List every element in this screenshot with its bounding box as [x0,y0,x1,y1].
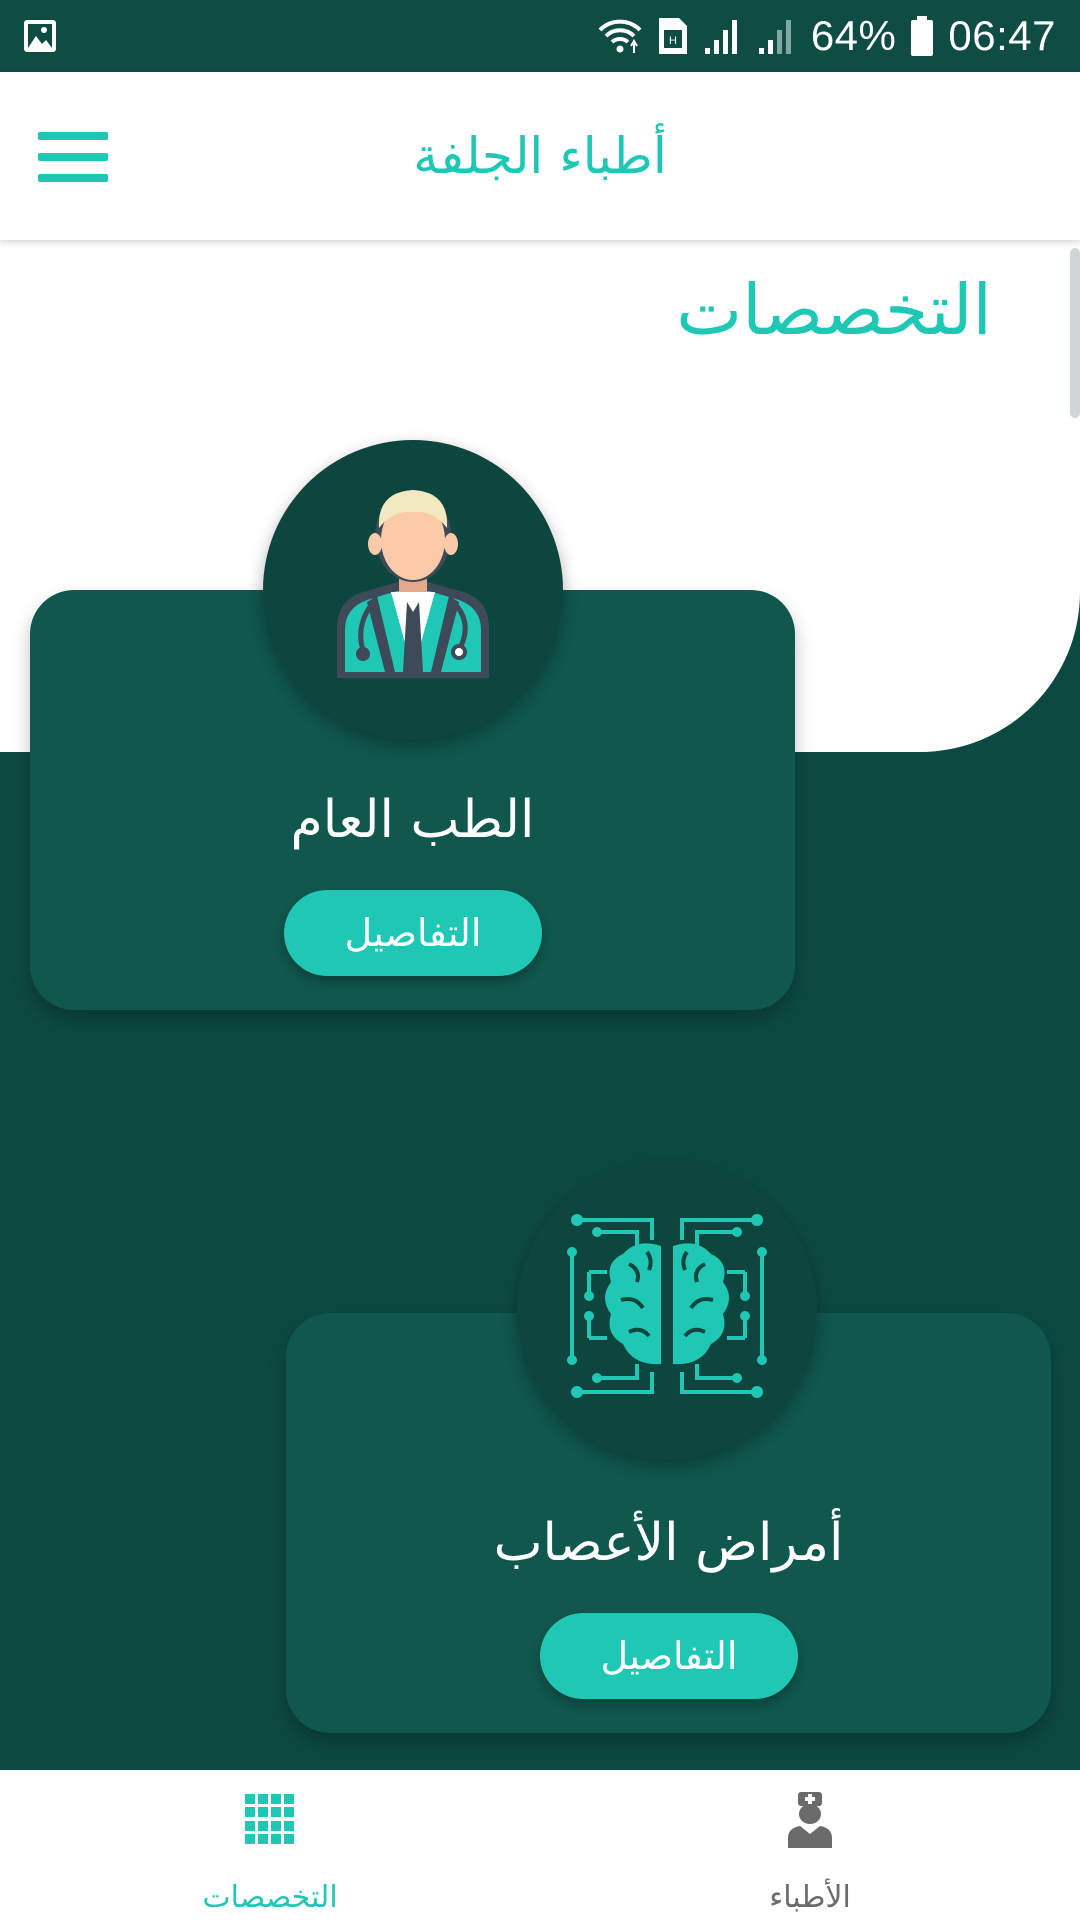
sim-card-icon: H [658,18,687,54]
nav-item-doctors[interactable]: الأطباء [540,1770,1080,1920]
app-title: أطباء الجلفة [413,127,667,185]
clock: 06:47 [948,12,1056,59]
battery-icon [911,16,934,56]
card-icon-circle [263,440,563,740]
section-title: التخصصات [676,269,992,351]
card-title: الطب العام [290,790,535,850]
status-bar: H 64% 06:47 [0,0,1080,72]
app-bar: أطباء الجلفة [0,72,1080,240]
nurse-icon [788,1792,832,1848]
details-button[interactable]: التفاصيل [284,890,542,976]
gallery-notification-icon [24,20,56,52]
main-content[interactable]: التخصصات الطب العام التفاصيل أمراض الأعص… [0,240,1080,1770]
bottom-navigation: التخصصات الأطباء [0,1770,1080,1920]
doctor-icon [337,490,489,678]
nav-label-doctors: الأطباء [769,1880,851,1915]
card-icon-circle [517,1160,817,1460]
scrollbar[interactable] [1070,248,1080,418]
battery-percent: 64% [810,12,897,59]
brain-circuit-icon [567,1214,767,1398]
signal-icon-1 [704,20,737,54]
grid-icon [245,1794,295,1844]
svg-text:H: H [669,35,677,47]
nav-label-specialties: التخصصات [202,1880,338,1915]
nav-item-specialties[interactable]: التخصصات [0,1770,540,1920]
card-title: أمراض الأعصاب [493,1513,844,1573]
details-button[interactable]: التفاصيل [540,1613,798,1699]
signal-icon-2 [758,20,791,54]
wifi-icon [598,19,642,53]
